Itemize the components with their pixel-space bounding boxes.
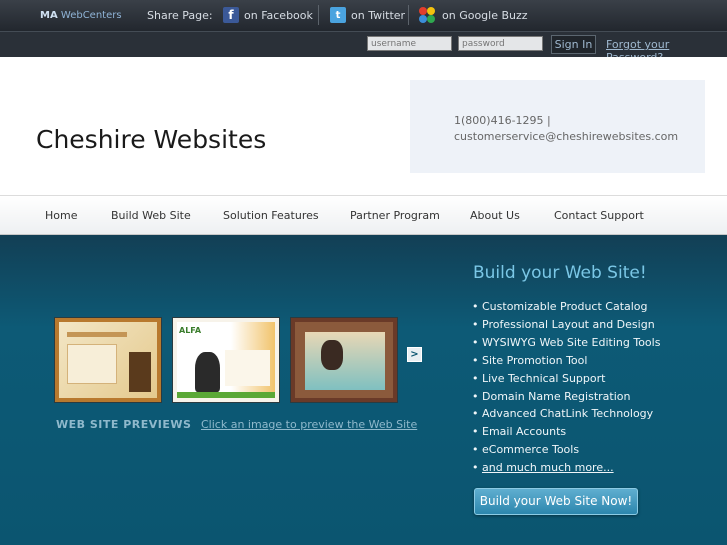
twitter-label: on Twitter	[351, 8, 406, 22]
next-preview-button[interactable]: >	[407, 347, 422, 362]
preview-link[interactable]: Click an image to preview the Web Site	[201, 418, 417, 431]
feature-list: • Customizable Product Catalog • Profess…	[472, 298, 660, 477]
contact-box: 1(800)416-1295 | customerservice@cheshir…	[410, 80, 705, 173]
contact-phone: 1(800)416-1295 |	[454, 114, 551, 127]
feature-item: • Live Technical Support	[472, 371, 606, 385]
preview-image	[295, 322, 393, 398]
preview-image: ALFA	[177, 322, 275, 398]
share-bar: MA WebCenters Share Page: f on Facebook …	[0, 0, 727, 31]
main-nav: Home Build Web Site Solution Features Pa…	[0, 195, 727, 235]
share-buzz-link[interactable]: on Google Buzz	[419, 7, 528, 23]
feature-item: • Advanced ChatLink Technology	[472, 407, 654, 421]
nav-home[interactable]: Home	[45, 209, 77, 222]
website-preview-thumbnail[interactable]	[290, 317, 398, 403]
nav-about-us[interactable]: About Us	[470, 209, 520, 222]
build-now-button[interactable]: Build your Web Site Now!	[474, 488, 638, 515]
site-title[interactable]: Cheshire Websites	[36, 125, 266, 154]
brand-bold: MA	[40, 10, 58, 21]
sign-in-button[interactable]: Sign In	[551, 35, 596, 54]
nav-build-web-site[interactable]: Build Web Site	[111, 209, 191, 222]
site-header: Cheshire Websites 1(800)416-1295 | custo…	[0, 57, 727, 195]
main-section: ALFA > WEB SITE PREVIEWS Click an image …	[0, 235, 727, 545]
facebook-label: on Facebook	[244, 8, 313, 22]
website-preview-thumbnail[interactable]	[54, 317, 162, 403]
brand-link[interactable]: MA WebCenters	[40, 10, 122, 21]
nav-solution-features[interactable]: Solution Features	[223, 209, 319, 222]
divider	[318, 5, 319, 25]
more-features-link[interactable]: • and much much more...	[472, 459, 660, 477]
brand-rest: WebCenters	[60, 10, 122, 21]
feature-item: • Customizable Product Catalog	[472, 300, 648, 313]
divider	[408, 5, 409, 25]
feature-item: • Email Accounts	[472, 425, 567, 439]
previews-label: WEB SITE PREVIEWS	[56, 418, 192, 431]
contact-email[interactable]: customerservice@cheshirewebsites.com	[454, 129, 678, 145]
share-facebook-link[interactable]: f on Facebook	[223, 7, 313, 23]
build-heading: Build your Web Site!	[473, 263, 647, 283]
username-input[interactable]	[367, 36, 452, 51]
nav-partner-program[interactable]: Partner Program	[350, 209, 440, 222]
share-label: Share Page:	[147, 9, 213, 22]
nav-contact-support[interactable]: Contact Support	[554, 209, 644, 222]
twitter-icon: t	[330, 7, 346, 23]
feature-item: • Domain Name Registration	[472, 389, 631, 403]
website-preview-thumbnail[interactable]: ALFA	[172, 317, 280, 403]
feature-item: • Professional Layout and Design	[472, 317, 655, 331]
login-bar: Sign In Forgot your Password?	[0, 31, 727, 64]
feature-item: • WYSIWYG Web Site Editing Tools	[472, 335, 661, 349]
feature-item: • eCommerce Tools	[472, 443, 580, 457]
facebook-icon: f	[223, 7, 239, 23]
google-buzz-label: on Google Buzz	[442, 8, 528, 22]
contact-text: 1(800)416-1295 | customerservice@cheshir…	[454, 113, 678, 145]
feature-item: • Site Promotion Tool	[472, 353, 588, 367]
google-buzz-icon	[419, 7, 437, 23]
share-twitter-link[interactable]: t on Twitter	[330, 7, 405, 23]
preview-image	[59, 322, 157, 398]
password-input[interactable]	[458, 36, 543, 51]
